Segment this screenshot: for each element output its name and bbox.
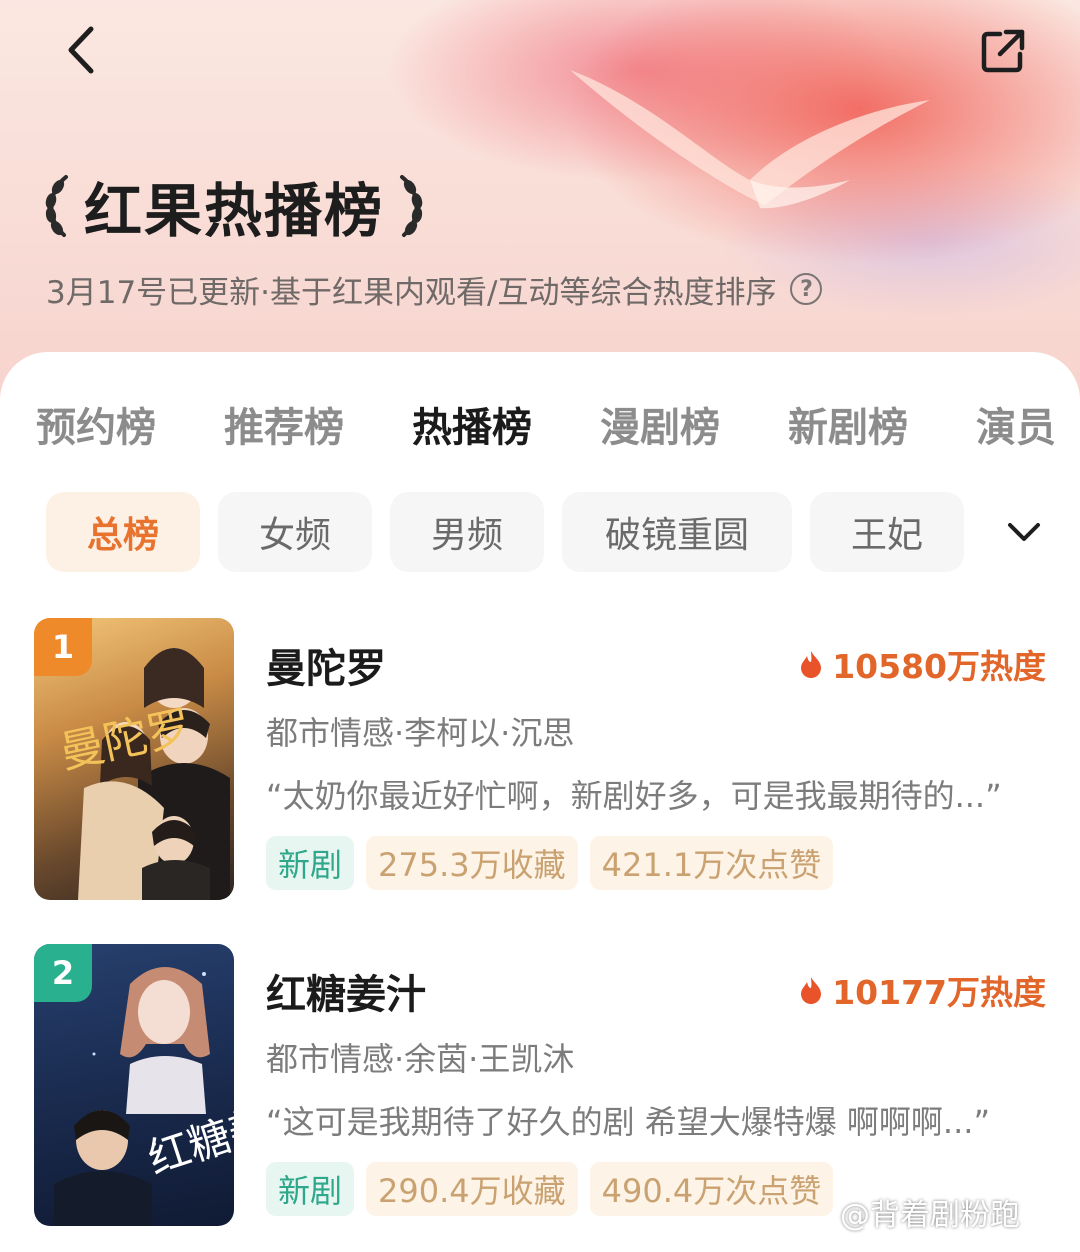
page-title: 红果热播榜 [84, 177, 385, 245]
favorites-tag: 290.4万收藏 [366, 1162, 578, 1216]
drama-title[interactable]: 红糖姜汁 [266, 962, 426, 1020]
drama-quote: “太奶你最近好忙啊，新剧好多，可是我最期待的...” [266, 777, 1002, 815]
laurel-right-icon [400, 175, 423, 237]
title-row: 红果热播榜 [40, 168, 428, 245]
chip-overall[interactable]: 总榜 [46, 492, 200, 572]
chip-female[interactable]: 女频 [218, 492, 372, 572]
ranking-item[interactable]: 曼陀罗 1 曼陀罗 10580万热度 都市情感·李柯以·沉思 “太奶你最近好忙啊… [0, 618, 1080, 908]
drama-quote: “这可是我期待了好久的剧 希望大爆特爆 啊啊啊...” [266, 1103, 991, 1141]
tab-recommend[interactable]: 推荐榜 [224, 396, 344, 460]
expand-chips-button[interactable] [998, 506, 1050, 558]
update-subtitle: 3月17号已更新·基于红果内观看/互动等综合热度排序 ? [46, 266, 823, 312]
rank-badge: 2 [34, 944, 92, 1002]
heat-score: 10580万热度 [800, 640, 1046, 688]
laurel-left-icon [45, 175, 68, 237]
help-icon[interactable]: ? [790, 273, 823, 305]
new-tag: 新剧 [266, 1162, 355, 1216]
category-chips: 总榜 女频 男频 破镜重圆 王妃 [46, 492, 1046, 574]
heat-text: 10177万热度 [832, 973, 1046, 1012]
subtitle-text: 3月17号已更新·基于红果内观看/互动等综合热度排序 [46, 274, 777, 311]
chevron-down-icon [1008, 523, 1040, 541]
chip-princess[interactable]: 王妃 [810, 492, 964, 572]
ranking-tabs: 预约榜 推荐榜 热播榜 漫剧榜 新剧榜 演员 [36, 396, 1056, 460]
share-icon [981, 29, 1025, 73]
likes-tag: 421.1万次点赞 [589, 836, 834, 890]
tab-reservation[interactable]: 预约榜 [36, 396, 156, 460]
rank-badge: 1 [34, 618, 92, 676]
share-button[interactable] [976, 24, 1030, 78]
flame-icon [801, 977, 822, 1004]
watermark: @背着剧粉跑 [840, 1190, 1020, 1234]
drama-title[interactable]: 曼陀罗 [266, 636, 386, 694]
drama-meta: 都市情感·余茵·王凯沐 [266, 1040, 575, 1078]
poster-image[interactable]: 曼陀罗 1 [34, 618, 234, 900]
back-button[interactable] [56, 22, 104, 78]
drama-meta: 都市情感·李柯以·沉思 [266, 714, 575, 752]
tab-comic[interactable]: 漫剧榜 [600, 396, 720, 460]
poster-image[interactable]: 红糖姜汁 2 [34, 944, 234, 1226]
watermark-text: @背着剧粉跑 [840, 1198, 1020, 1233]
back-arrow-icon [68, 26, 94, 74]
tag-row: 新剧 290.4万收藏 490.4万次点赞 [266, 1162, 845, 1216]
chip-reunion[interactable]: 破镜重圆 [562, 492, 792, 572]
tab-actor[interactable]: 演员 [976, 396, 1056, 460]
chip-male[interactable]: 男频 [390, 492, 544, 572]
heat-score: 10177万热度 [800, 966, 1046, 1014]
heat-text: 10580万热度 [832, 647, 1046, 686]
favorites-tag: 275.3万收藏 [366, 836, 578, 890]
new-tag: 新剧 [266, 836, 355, 890]
bird-banner-illustration [570, 70, 930, 209]
tag-row: 新剧 275.3万收藏 421.1万次点赞 [266, 836, 845, 890]
tab-hot[interactable]: 热播榜 [412, 396, 532, 460]
flame-icon [801, 651, 822, 678]
likes-tag: 490.4万次点赞 [589, 1162, 834, 1216]
tab-new[interactable]: 新剧榜 [788, 396, 908, 460]
